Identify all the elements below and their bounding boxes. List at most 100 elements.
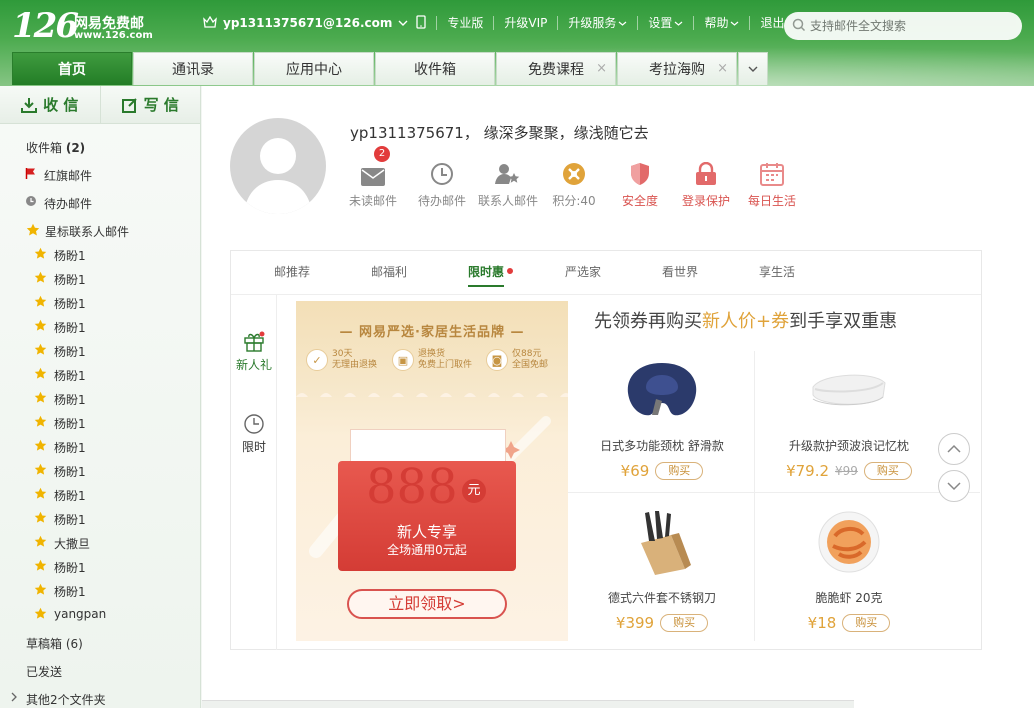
starred-contact-item[interactable]: 杨盼1 xyxy=(34,319,86,336)
product-card[interactable]: 升级款护颈波浪记忆枕 ¥79.2 ¥99 购买 xyxy=(757,343,941,493)
close-icon[interactable]: × xyxy=(596,61,607,76)
search-box[interactable] xyxy=(784,12,1022,40)
stat-label: 每日生活 xyxy=(747,194,796,208)
coupon-title: 新人专享 xyxy=(396,523,457,541)
close-icon[interactable]: × xyxy=(717,61,728,76)
side-nav-newbie[interactable]: 新人礼 xyxy=(231,331,277,373)
tab-apps[interactable]: 应用中心 xyxy=(254,52,374,85)
link-upgrade[interactable]: 升级服务 xyxy=(557,16,637,30)
star-icon xyxy=(26,223,40,240)
link-help[interactable]: 帮助 xyxy=(693,16,749,30)
feature-line: 全国免邮 xyxy=(512,360,549,370)
points-icon xyxy=(563,163,585,185)
contact-name: 杨盼1 xyxy=(54,465,86,479)
product-card[interactable]: 德式六件套不锈钢刀 ¥399 购买 xyxy=(570,495,754,645)
search-input[interactable] xyxy=(810,19,1010,33)
starred-contact-item[interactable]: 杨盼1 xyxy=(34,487,86,504)
horizontal-scrollbar[interactable] xyxy=(202,700,854,708)
folder-inbox[interactable]: 收件箱 (2) xyxy=(26,139,85,156)
tab-courses[interactable]: 免费课程 × xyxy=(496,52,616,85)
panel-tab-recommend[interactable]: 邮推荐 xyxy=(274,263,310,280)
panel-tab-yanxuan[interactable]: 严选家 xyxy=(565,263,601,280)
product-card[interactable]: 日式多功能颈枕 舒滑款 ¥69 购买 xyxy=(570,343,754,493)
starred-contact-item[interactable]: 杨盼1 xyxy=(34,415,86,432)
buy-button[interactable]: 购买 xyxy=(660,614,709,632)
receive-button[interactable]: 收 信 xyxy=(0,86,100,123)
starred-contact-item[interactable]: 杨盼1 xyxy=(34,247,86,264)
panel-tab-welfare[interactable]: 邮福利 xyxy=(371,263,407,280)
avatar[interactable] xyxy=(230,118,326,214)
starred-contact-item[interactable]: 杨盼1 xyxy=(34,271,86,288)
link-pro[interactable]: 专业版 xyxy=(436,16,493,30)
stat-todo[interactable]: 待办邮件 xyxy=(407,158,477,209)
promo-feature: ✓ 30天 无理由退换 xyxy=(306,349,377,371)
stat-label: 联系人邮件 xyxy=(477,194,538,208)
starred-contact-item[interactable]: 杨盼1 xyxy=(34,559,86,576)
stat-login-protect[interactable]: 登录保护 xyxy=(671,158,741,209)
folder-sent[interactable]: 已发送 xyxy=(26,663,62,680)
buy-button[interactable]: 购买 xyxy=(842,614,891,632)
folder-label: 其他2个文件夹 xyxy=(26,693,106,707)
calendar-icon xyxy=(760,163,784,186)
starred-contact-item[interactable]: 大撒旦 xyxy=(34,535,90,552)
buy-button[interactable]: 购买 xyxy=(863,462,912,480)
panel-tab-life[interactable]: 享生活 xyxy=(759,263,795,280)
link-vip[interactable]: 升级VIP xyxy=(493,16,557,30)
chevron-down-icon[interactable] xyxy=(398,16,408,30)
chevron-right-icon[interactable] xyxy=(10,691,18,705)
starred-contact-item[interactable]: 杨盼1 xyxy=(34,367,86,384)
stat-security[interactable]: 安全度 xyxy=(605,158,675,209)
folder-flagged[interactable]: 红旗邮件 xyxy=(25,167,92,184)
folder-starred[interactable]: 星标联系人邮件 xyxy=(26,223,129,240)
tab-label: 收件箱 xyxy=(414,62,456,78)
link-settings[interactable]: 设置 xyxy=(637,16,693,30)
starred-contact-item[interactable]: 杨盼1 xyxy=(34,463,86,480)
panel-tab-limited[interactable]: 限时惠 xyxy=(468,263,514,287)
starred-contact-item[interactable]: 杨盼1 xyxy=(34,295,86,312)
side-nav-limited[interactable]: 限时 xyxy=(231,413,277,455)
claim-button[interactable]: 立即领取> xyxy=(347,589,507,619)
folder-others[interactable]: 其他2个文件夹 xyxy=(11,691,106,708)
folder-todo[interactable]: 待办邮件 xyxy=(26,195,92,212)
compose-label: 写 信 xyxy=(143,96,179,114)
panel-tab-world[interactable]: 看世界 xyxy=(662,263,698,280)
price-row: ¥399 购买 xyxy=(570,614,754,632)
stat-points[interactable]: 积分:40 xyxy=(539,158,609,209)
star-icon xyxy=(34,487,47,503)
tab-inbox[interactable]: 收件箱 xyxy=(375,52,495,85)
product-price: ¥69 xyxy=(620,462,650,480)
folder-drafts[interactable]: 草稿箱 (6) xyxy=(26,635,83,652)
stat-unread[interactable]: 2 未读邮件 xyxy=(338,146,408,209)
mobile-icon[interactable] xyxy=(416,14,427,32)
starred-contact-item[interactable]: yangpan xyxy=(34,607,106,621)
tab-kaola[interactable]: 考拉海购 × xyxy=(617,52,737,85)
edit-icon xyxy=(121,97,137,113)
promo-title: — 网易严选·家居生活品牌 — xyxy=(339,325,525,340)
starred-contact-item[interactable]: 杨盼1 xyxy=(34,511,86,528)
tab-home[interactable]: 首页 xyxy=(12,52,132,85)
starred-contact-item[interactable]: 杨盼1 xyxy=(34,343,86,360)
star-icon xyxy=(34,559,47,575)
star-icon xyxy=(34,583,47,599)
scroll-up-button[interactable] xyxy=(938,433,970,465)
memory-pillow-image xyxy=(757,355,941,425)
panel-tabs: 邮推荐 邮福利 限时惠 严选家 看世界 享生活 xyxy=(231,251,981,295)
yanxuan-promo-banner[interactable]: — 网易严选·家居生活品牌 — ✓ 30天 无理由退换 ▣ 退换货 免费上门取件 ◙… xyxy=(296,301,568,641)
panel-side-nav: 新人礼 限时 xyxy=(231,295,277,650)
stat-contact-mail[interactable]: 联系人邮件 xyxy=(473,158,543,209)
buy-button[interactable]: 购买 xyxy=(655,462,704,480)
tab-contacts[interactable]: 通讯录 xyxy=(133,52,253,85)
stat-daily-life[interactable]: 每日生活 xyxy=(737,158,807,209)
scroll-down-button[interactable] xyxy=(938,470,970,502)
starred-contact-item[interactable]: 杨盼1 xyxy=(34,391,86,408)
feature-line: 仅88元 xyxy=(512,349,542,359)
chevron-down-icon xyxy=(748,66,758,72)
account-email[interactable]: yp1311375671@126.com xyxy=(223,16,392,30)
starred-contact-item[interactable]: 杨盼1 xyxy=(34,439,86,456)
product-card[interactable]: 脆脆虾 20克 ¥18 购买 xyxy=(757,495,941,645)
tab-more[interactable] xyxy=(738,52,768,85)
compose-button[interactable]: 写 信 xyxy=(99,86,201,123)
folder-label: 收件箱 xyxy=(26,141,63,155)
starred-contact-item[interactable]: 杨盼1 xyxy=(34,583,86,600)
scallop-divider xyxy=(296,393,568,397)
